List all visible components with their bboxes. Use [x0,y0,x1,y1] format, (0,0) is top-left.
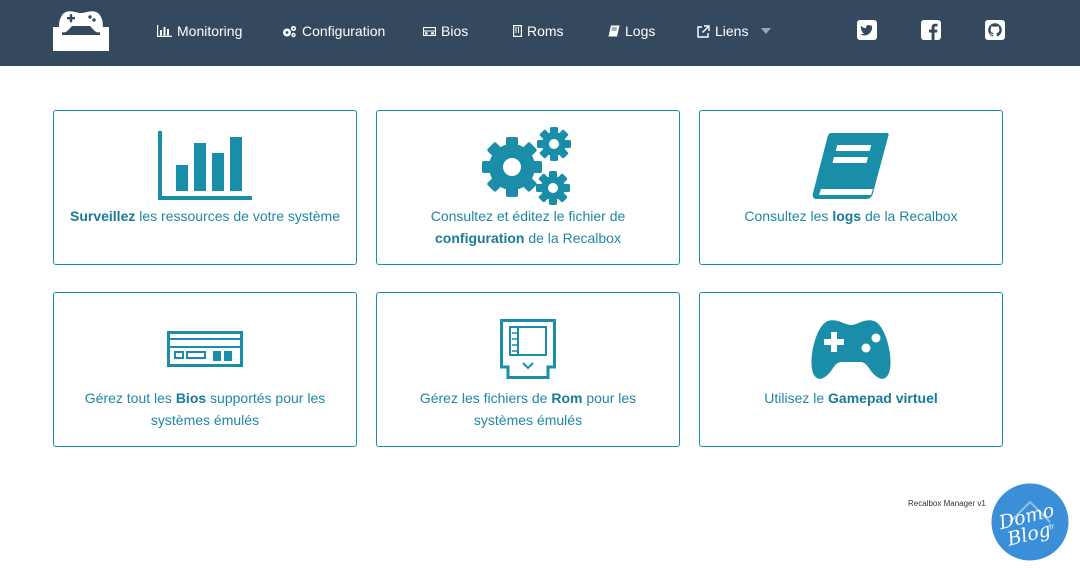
gamepad-tray-logo-icon [53,11,109,51]
gears-icon [482,127,571,205]
card-gamepad[interactable]: Utilisez le Gamepad virtuel [699,292,1003,447]
domoblog-watermark: Domo Blog fr [988,480,1072,564]
footer-version: Recalbox Manager v1 [908,499,986,508]
nav-label: Roms [527,23,564,39]
facebook-icon [921,20,941,40]
twitter-icon [857,20,877,40]
card-icon [54,131,356,201]
nav-label: Liens [715,23,749,39]
card-roms[interactable]: Gérez les fichiers de Rom pour les systè… [376,292,680,447]
bar-chart-icon [157,25,172,37]
github-icon [985,20,1005,40]
card-description: Surveillez les ressources de votre systè… [69,208,340,224]
gears-icon [283,25,297,37]
navbar: Monitoring Configuration Bios Roms Logs … [0,0,1080,66]
nav-liens-dropdown[interactable]: Liens [697,21,772,41]
card-description: Gérez tout les Bios supportés pour les s… [84,390,326,428]
card-description: Consultez et éditez le fichier de config… [430,208,626,246]
nav-configuration[interactable]: Configuration [282,21,385,41]
cartridge-icon [500,319,556,379]
console-icon [423,26,436,36]
github-link[interactable] [985,20,1005,40]
twitter-link[interactable] [857,20,877,40]
card-description: Gérez les fichiers de Rom pour les systè… [419,390,637,428]
nav-bios[interactable]: Bios [423,21,468,41]
card-bios[interactable]: Gérez tout les Bios supportés pour les s… [53,292,357,447]
caret-down-icon [761,28,772,34]
nav-label: Logs [625,23,656,39]
recalbox-logo[interactable] [50,7,112,53]
book-icon [812,133,889,199]
book-icon [608,25,620,37]
console-icon [167,331,243,367]
facebook-link[interactable] [921,20,941,40]
gamepad-icon [811,320,891,379]
card-icon [377,319,679,379]
card-logs[interactable]: Consultez les logs de la Recalbox [699,110,1003,265]
card-monitoring[interactable]: Surveillez les ressources de votre systè… [53,110,357,265]
bar-chart-icon [158,131,252,200]
nav-roms[interactable]: Roms [513,21,564,41]
card-icon [700,131,1002,201]
card-icon [377,125,679,207]
card-description: Consultez les logs de la Recalbox [744,208,958,224]
card-icon [54,331,356,367]
nav-monitoring[interactable]: Monitoring [157,21,242,41]
card-description: Utilisez le Gamepad virtuel [764,390,938,406]
cartridge-icon [513,25,522,37]
domoblog-logo-icon: Domo Blog fr [988,480,1072,564]
nav-label: Monitoring [177,23,243,39]
nav-logs[interactable]: Logs [608,21,655,41]
card-icon [700,319,1002,381]
external-link-icon [697,24,710,38]
card-configuration[interactable]: Consultez et éditez le fichier de config… [376,110,680,265]
nav-label: Configuration [302,23,386,39]
nav-label: Bios [441,23,469,39]
